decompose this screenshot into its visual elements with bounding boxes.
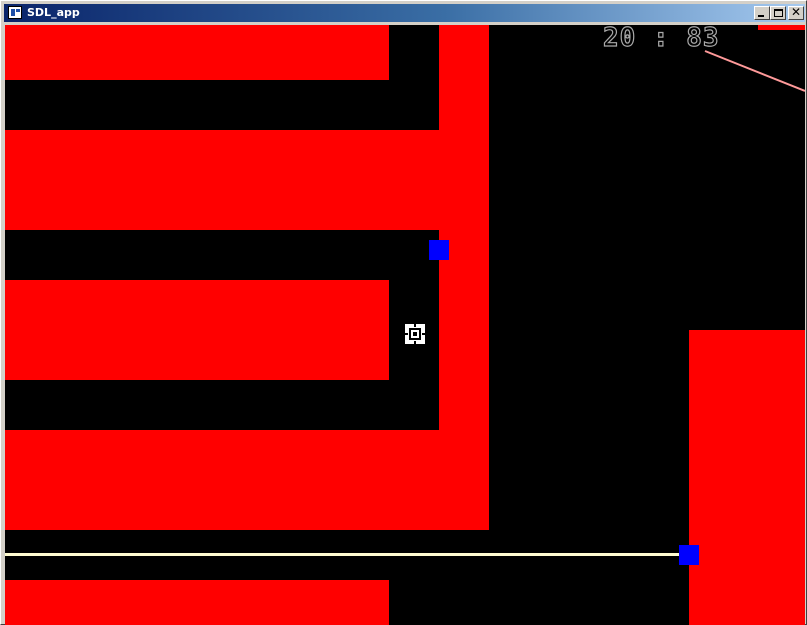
player-core: [413, 332, 417, 336]
enemy-block: [429, 240, 449, 260]
maze-wall: [5, 430, 439, 530]
minimize-icon: [758, 15, 764, 17]
maximize-button[interactable]: [770, 6, 786, 20]
enemy-block: [679, 545, 699, 565]
score-display: 20 : 83: [602, 25, 720, 54]
title-bar[interactable]: SDL_app ✕: [4, 4, 805, 22]
maze-wall: [689, 330, 805, 625]
maze-wall: [5, 580, 389, 625]
close-button[interactable]: ✕: [788, 5, 804, 20]
app-window-icon[interactable]: [8, 6, 22, 19]
player-icon: [405, 324, 425, 344]
maximize-icon: [774, 9, 783, 17]
beam-line: [704, 50, 805, 92]
minimize-button[interactable]: [754, 6, 770, 20]
maze-wall: [439, 25, 489, 530]
game-canvas[interactable]: 20 : 83: [5, 25, 805, 625]
app-window: SDL_app ✕ 20: 83: [0, 0, 807, 625]
close-icon: ✕: [790, 5, 802, 19]
maze-wall: [5, 130, 439, 230]
window-title: SDL_app: [27, 6, 80, 19]
health-bar: [758, 25, 805, 30]
laser-beam: [5, 553, 681, 556]
maze-wall: [5, 280, 389, 380]
maze-wall: [5, 25, 389, 80]
